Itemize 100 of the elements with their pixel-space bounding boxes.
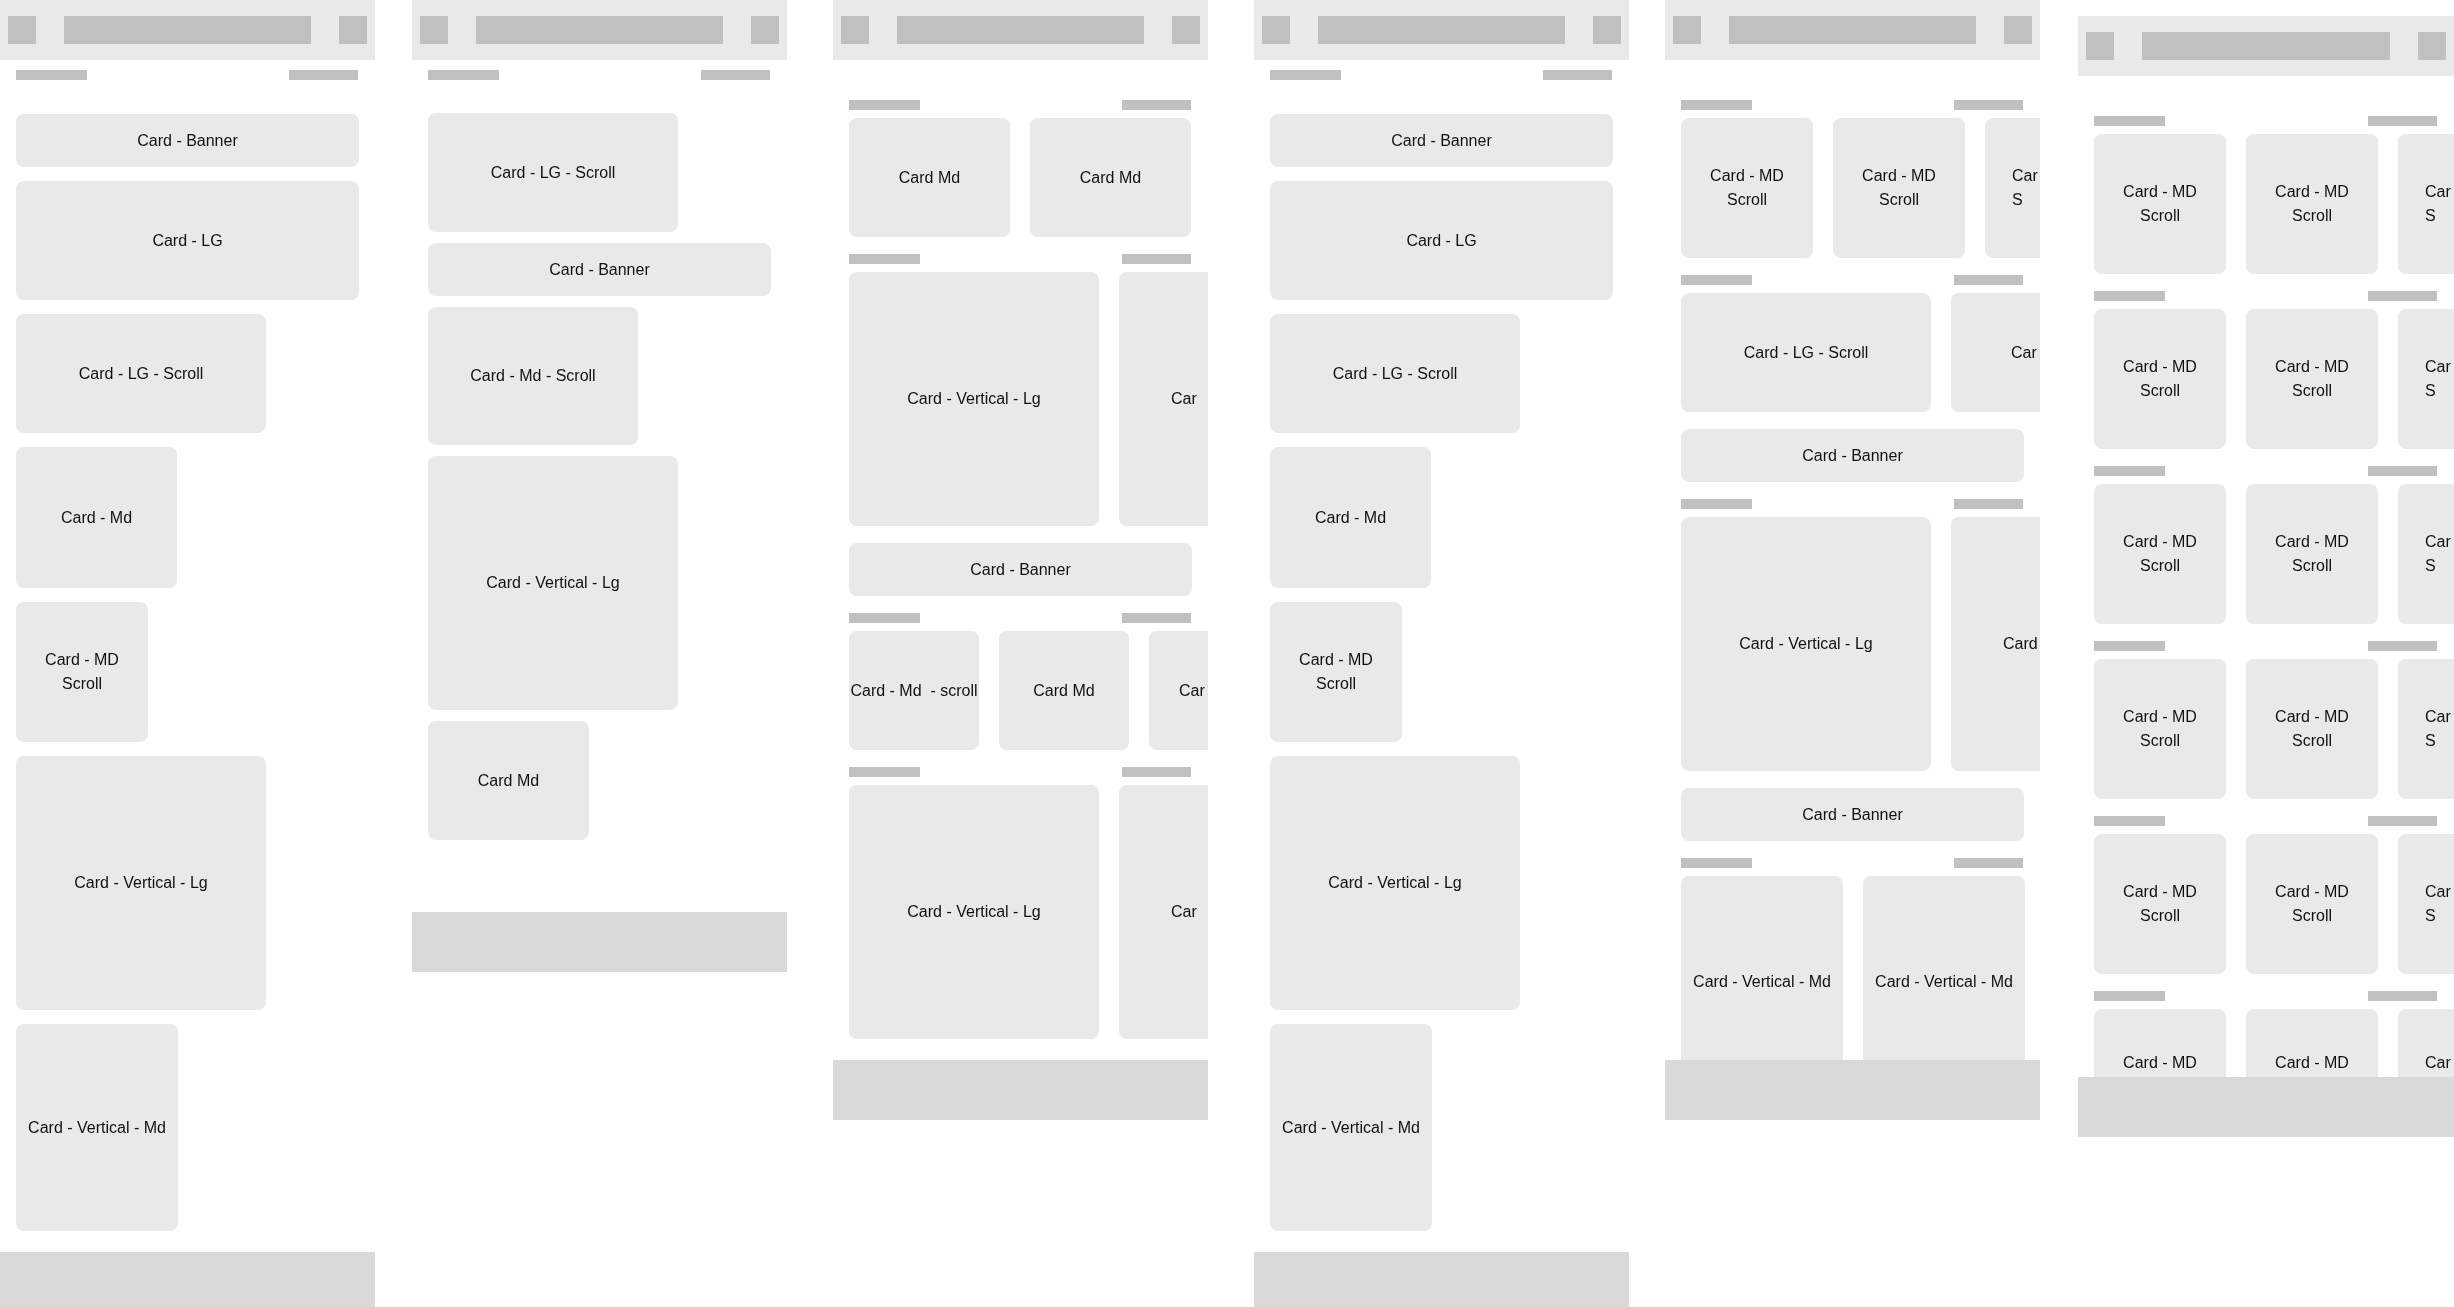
text-placeholder — [1681, 275, 1752, 285]
text-placeholder — [2368, 641, 2437, 651]
card-label: Card - MD Scroll — [2275, 532, 2349, 576]
card-label: Car S — [2012, 166, 2038, 210]
card-label: Card - MD Scroll — [2123, 707, 2197, 751]
card-label: Car — [1171, 389, 1197, 409]
card-label: Card Md — [1033, 680, 1095, 701]
card-label: Car S — [2425, 532, 2451, 576]
text-placeholder — [849, 254, 920, 264]
card-label: Car — [1171, 902, 1197, 922]
card-label: Car S — [2425, 357, 2451, 401]
text-placeholder — [2368, 291, 2437, 301]
text-placeholder — [1122, 100, 1191, 110]
card-label: Card Md — [477, 770, 540, 791]
card-label: Card Md — [898, 167, 961, 188]
text-placeholder — [2094, 116, 2165, 126]
card-label: Card - MD Scroll — [2275, 882, 2349, 926]
text-placeholder — [428, 70, 499, 80]
text-placeholder — [1954, 499, 2023, 509]
text-placeholder — [289, 70, 358, 80]
card-label: Card - Md - Scroll — [470, 366, 596, 386]
card-label: Card - Banner — [1391, 130, 1492, 151]
card-label: Card - MD — [2123, 1053, 2197, 1073]
text-placeholder — [1681, 100, 1752, 110]
card-label: Card - MD Scroll — [1710, 166, 1784, 210]
text-placeholder — [2368, 116, 2437, 126]
card-label: Card - Vertical - Lg — [907, 902, 1041, 922]
card-label: Card - Banner — [137, 130, 238, 151]
card-label: Car S — [2425, 882, 2451, 926]
text-placeholder — [1122, 767, 1191, 777]
card-label: Card - MD Scroll — [1299, 650, 1373, 694]
card-label: Card - Vertical - Lg — [486, 573, 620, 593]
square-icon — [1172, 16, 1200, 44]
card-label: Card - MD Scroll — [2275, 357, 2349, 401]
card-label: Card - MD Scroll — [2123, 532, 2197, 576]
card-label: Card - Vertical - Lg — [74, 873, 208, 893]
card-label: Car — [1179, 680, 1205, 701]
text-placeholder — [2368, 991, 2437, 1001]
card-label: Card - MD Scroll — [45, 650, 119, 694]
card-label: Card - MD Scroll — [2123, 182, 2197, 226]
text-placeholder — [2094, 466, 2165, 476]
text-placeholder — [1954, 275, 2023, 285]
text-placeholder — [2094, 816, 2165, 826]
text-placeholder — [1954, 858, 2023, 868]
card-label: Card - LG — [152, 230, 223, 251]
square-icon — [8, 16, 36, 44]
card-label: Car — [2425, 1053, 2451, 1073]
text-placeholder — [16, 70, 87, 80]
square-icon — [2004, 16, 2032, 44]
square-icon — [1262, 16, 1290, 44]
card-label: Card - Vertical - Md — [1282, 1117, 1420, 1138]
card-label: Card Md — [1079, 167, 1142, 188]
text-placeholder — [2094, 991, 2165, 1001]
text-placeholder — [849, 767, 920, 777]
square-icon — [2086, 32, 2114, 60]
square-icon — [339, 16, 367, 44]
card-label: Card - Vertical - Lg — [907, 389, 1041, 409]
text-placeholder — [2368, 466, 2437, 476]
text-placeholder — [1681, 499, 1752, 509]
card-label: Card - LG - Scroll — [1332, 363, 1458, 384]
card-label: Card - Banner — [1802, 445, 1903, 466]
text-placeholder — [1122, 254, 1191, 264]
text-placeholder — [1270, 70, 1341, 80]
card-label: Card - Md - scroll — [850, 680, 978, 701]
card-label: Card - Md — [60, 507, 133, 528]
text-placeholder — [2094, 291, 2165, 301]
card-label: Card - Vertical - Md — [1875, 972, 2013, 992]
card-label: Card - Banner — [970, 559, 1071, 580]
text-placeholder — [1681, 858, 1752, 868]
text-placeholder — [2368, 816, 2437, 826]
card-label: Card - MD Scroll — [2275, 707, 2349, 751]
text-placeholder — [1543, 70, 1612, 80]
card-label: Card - LG - Scroll — [78, 363, 204, 384]
card-label: Car S — [2425, 182, 2451, 226]
card-label: Card - LG - Scroll — [490, 162, 616, 183]
square-icon — [841, 16, 869, 44]
text-placeholder — [1954, 100, 2023, 110]
card-label: Card - Banner — [1802, 804, 1903, 825]
square-icon — [1673, 16, 1701, 44]
card-label: Car S — [2425, 707, 2451, 751]
card-label: Card - LG — [1406, 230, 1477, 251]
card-label: Car — [2011, 342, 2037, 363]
text-placeholder — [849, 100, 920, 110]
card-label: Card - Vertical - Md — [1693, 972, 1831, 992]
card-label: Card - MD — [2275, 1053, 2349, 1073]
card-label: Card - Vertical - Md — [28, 1117, 166, 1138]
text-placeholder — [2094, 641, 2165, 651]
square-icon — [1593, 16, 1621, 44]
card-label: Card - Vertical - Lg — [1328, 873, 1462, 893]
square-icon — [420, 16, 448, 44]
square-icon — [751, 16, 779, 44]
square-icon — [2418, 32, 2446, 60]
text-placeholder — [849, 613, 920, 623]
card-label: Card — [2003, 634, 2038, 654]
card-label: Card - MD Scroll — [2275, 182, 2349, 226]
card-label: Card - MD Scroll — [2123, 357, 2197, 401]
text-placeholder — [701, 70, 770, 80]
card-label: Card - MD Scroll — [2123, 882, 2197, 926]
card-label: Card - Md — [1314, 507, 1387, 528]
card-label: Card - MD Scroll — [1862, 166, 1936, 210]
